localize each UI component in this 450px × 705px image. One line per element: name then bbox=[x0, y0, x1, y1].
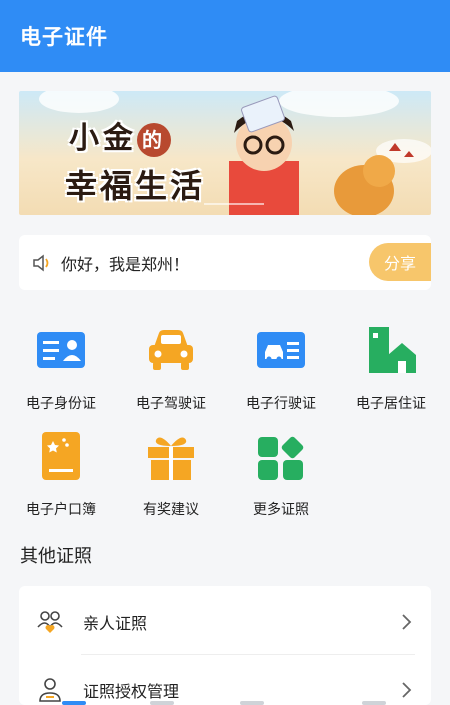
car-icon bbox=[143, 322, 199, 378]
app-root: 电子证件 小金的 幸福生活 你好，我是郑州！ 分享 电子身份证 电子驾驶证 电子… bbox=[0, 0, 450, 705]
service-driver-license[interactable]: 电子驾驶证 bbox=[116, 322, 226, 413]
service-label: 电子户口簿 bbox=[26, 502, 96, 518]
promo-banner[interactable]: 小金的 幸福生活 bbox=[19, 91, 431, 215]
service-suggestion-reward[interactable]: 有奖建议 bbox=[116, 428, 226, 519]
gift-icon bbox=[143, 428, 199, 484]
banner-title-line2: 幸福生活 bbox=[65, 167, 206, 205]
notice-bar: 你好，我是郑州！ 分享 bbox=[19, 235, 431, 290]
top-bar: 电子证件 bbox=[0, 0, 450, 72]
banner-title-line1: 小金的 bbox=[69, 113, 171, 157]
more-grid-icon bbox=[253, 428, 309, 484]
service-label: 电子行驶证 bbox=[246, 396, 316, 412]
page-title: 电子证件 bbox=[20, 25, 108, 49]
vehicle-license-icon bbox=[253, 322, 309, 378]
chevron-right-icon bbox=[402, 682, 412, 698]
service-label: 电子居住证 bbox=[356, 396, 426, 412]
tab-indicator bbox=[362, 701, 386, 705]
service-id-card[interactable]: 电子身份证 bbox=[6, 322, 116, 413]
authorization-icon bbox=[39, 678, 61, 702]
family-icon bbox=[37, 611, 63, 633]
bottom-tabbar-edge bbox=[0, 701, 450, 705]
service-label: 更多证照 bbox=[253, 502, 309, 518]
household-book-icon bbox=[33, 428, 89, 484]
other-licenses-title: 其他证照 bbox=[20, 546, 92, 567]
divider bbox=[81, 654, 415, 655]
speaker-icon bbox=[33, 253, 49, 272]
tab-indicator bbox=[62, 701, 86, 705]
service-label: 有奖建议 bbox=[143, 502, 199, 518]
service-household-book[interactable]: 电子户口簿 bbox=[6, 428, 116, 519]
service-vehicle-license[interactable]: 电子行驶证 bbox=[226, 322, 336, 413]
id-card-icon bbox=[33, 322, 89, 378]
chevron-right-icon bbox=[402, 614, 412, 630]
residence-icon bbox=[363, 322, 419, 378]
list-item-label: 证照授权管理 bbox=[83, 682, 180, 701]
list-item-family-licenses[interactable]: 亲人证照 bbox=[19, 590, 431, 654]
share-button[interactable]: 分享 bbox=[369, 243, 431, 281]
service-label: 电子身份证 bbox=[26, 396, 96, 412]
service-label: 电子驾驶证 bbox=[136, 396, 206, 412]
tab-indicator bbox=[150, 701, 174, 705]
other-licenses-card: 亲人证照 证照授权管理 bbox=[19, 586, 431, 705]
service-more-licenses[interactable]: 更多证照 bbox=[226, 428, 336, 519]
tab-indicator bbox=[240, 701, 264, 705]
list-item-label: 亲人证照 bbox=[83, 614, 148, 633]
notice-text: 你好，我是郑州！ bbox=[61, 254, 190, 274]
service-residence-permit[interactable]: 电子居住证 bbox=[336, 322, 446, 413]
list-item-authorization-management[interactable]: 证照授权管理 bbox=[19, 658, 431, 705]
